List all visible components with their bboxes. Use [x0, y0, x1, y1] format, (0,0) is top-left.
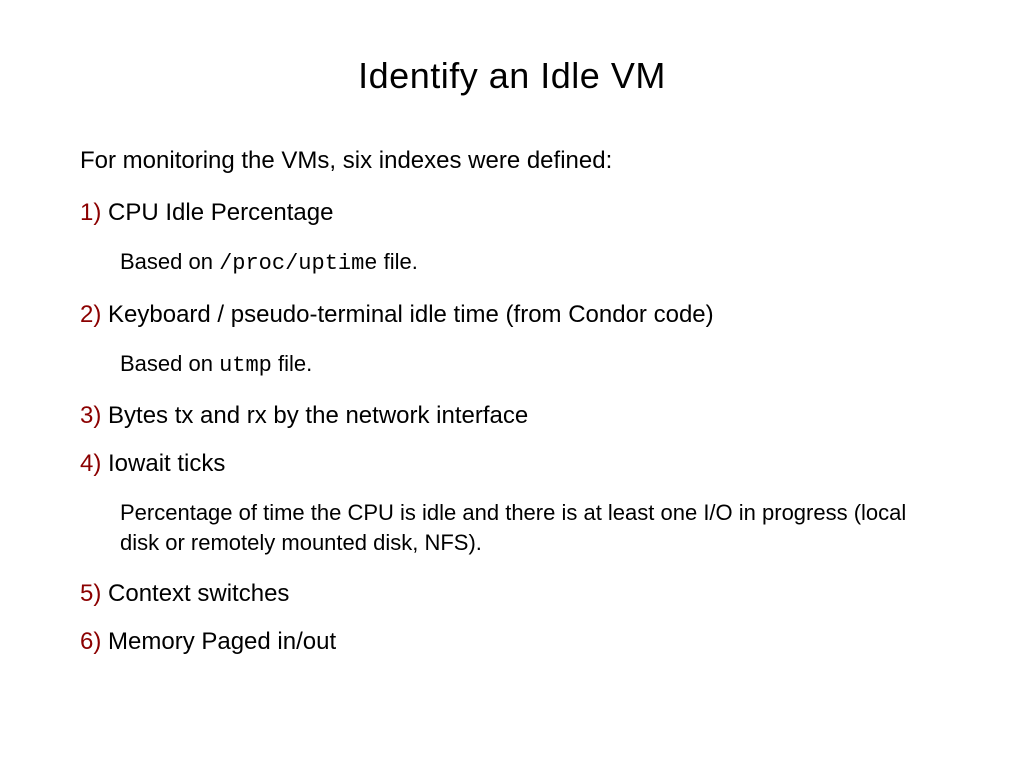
list-item: 3) Bytes tx and rx by the network interf…	[80, 402, 944, 430]
intro-text: For monitoring the VMs, six indexes were…	[80, 147, 944, 175]
item-number: 6)	[80, 628, 101, 655]
item-text: Context switches	[108, 580, 289, 607]
list-item: 4) Iowait ticks	[80, 450, 944, 478]
slide: Identify an Idle VM For monitoring the V…	[0, 0, 1024, 768]
item-sub: Percentage of time the CPU is idle and t…	[120, 498, 940, 557]
list-item: 5) Context switches	[80, 580, 944, 608]
item-number: 5)	[80, 580, 101, 607]
item-text: CPU Idle Percentage	[108, 199, 333, 226]
item-text: Bytes tx and rx by the network interface	[108, 402, 528, 429]
sub-code: utmp	[219, 353, 272, 378]
item-number: 1)	[80, 199, 101, 226]
sub-prefix: Based on	[120, 351, 219, 376]
list-item: 2) Keyboard / pseudo-terminal idle time …	[80, 301, 944, 329]
sub-plain: Percentage of time the CPU is idle and t…	[120, 500, 906, 555]
list-item: 1) CPU Idle Percentage	[80, 199, 944, 227]
item-number: 2)	[80, 301, 101, 328]
item-sub: Based on utmp file.	[120, 349, 940, 381]
item-text: Iowait ticks	[108, 450, 225, 477]
sub-suffix: file.	[378, 249, 418, 274]
item-text: Memory Paged in/out	[108, 628, 336, 655]
item-number: 3)	[80, 402, 101, 429]
sub-prefix: Based on	[120, 249, 219, 274]
item-text: Keyboard / pseudo-terminal idle time (fr…	[108, 301, 714, 328]
sub-suffix: file.	[272, 351, 312, 376]
item-sub: Based on /proc/uptime file.	[120, 247, 940, 279]
slide-title: Identify an Idle VM	[80, 55, 944, 97]
sub-code: /proc/uptime	[219, 251, 377, 276]
item-number: 4)	[80, 450, 101, 477]
list-item: 6) Memory Paged in/out	[80, 628, 944, 656]
